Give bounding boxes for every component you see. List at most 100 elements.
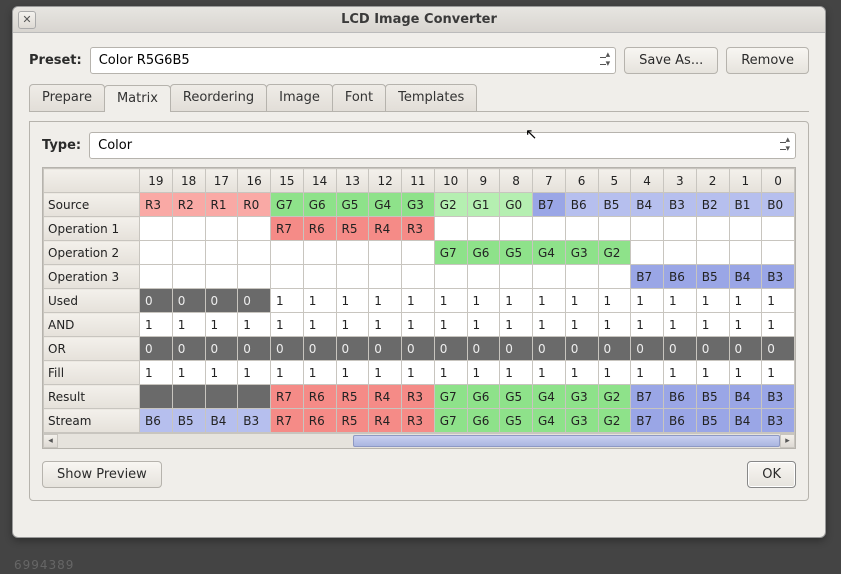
bit-cell[interactable]: 1 [467, 289, 500, 313]
close-button[interactable]: ✕ [18, 11, 36, 29]
bit-cell[interactable]: R6 [303, 409, 336, 433]
bit-cell[interactable] [238, 241, 271, 265]
bit-cell[interactable] [467, 265, 500, 289]
bit-cell[interactable] [402, 265, 435, 289]
bit-cell[interactable] [467, 217, 500, 241]
bit-cell[interactable]: 1 [238, 361, 271, 385]
bit-cell[interactable]: 1 [434, 361, 467, 385]
bit-cell[interactable]: B7 [631, 409, 664, 433]
bit-cell[interactable]: B5 [172, 409, 205, 433]
bit-cell[interactable] [140, 241, 173, 265]
bit-cell[interactable]: R4 [369, 217, 402, 241]
bit-cell[interactable]: 0 [500, 337, 533, 361]
bit-cell[interactable]: G7 [434, 385, 467, 409]
bit-cell[interactable]: 1 [762, 361, 795, 385]
bit-cell[interactable]: G3 [565, 385, 598, 409]
bit-cell[interactable]: G4 [369, 193, 402, 217]
bit-cell[interactable]: B6 [664, 409, 697, 433]
bit-cell[interactable]: 1 [598, 361, 631, 385]
bit-cell[interactable] [271, 265, 304, 289]
bit-cell[interactable]: 1 [369, 313, 402, 337]
bit-cell[interactable]: B3 [762, 265, 795, 289]
bit-cell[interactable]: 0 [565, 337, 598, 361]
preset-combo[interactable]: Color R5G6B5 ▴▾ [90, 47, 616, 74]
bit-cell[interactable]: R4 [369, 409, 402, 433]
bit-cell[interactable]: G2 [434, 193, 467, 217]
bit-cell[interactable]: 1 [664, 289, 697, 313]
bit-cell[interactable]: G7 [434, 409, 467, 433]
bit-cell[interactable]: G7 [271, 193, 304, 217]
bit-cell[interactable] [729, 241, 762, 265]
bit-cell[interactable] [303, 265, 336, 289]
bit-cell[interactable] [205, 265, 238, 289]
bit-cell[interactable]: R3 [402, 385, 435, 409]
bit-cell[interactable]: 0 [434, 337, 467, 361]
bit-cell[interactable]: B3 [762, 385, 795, 409]
bit-cell[interactable]: G0 [500, 193, 533, 217]
bit-cell[interactable] [172, 241, 205, 265]
bit-cell[interactable]: B6 [140, 409, 173, 433]
bit-cell[interactable]: 1 [631, 313, 664, 337]
bit-cell[interactable]: 1 [664, 313, 697, 337]
bit-cell[interactable]: G5 [500, 241, 533, 265]
bit-cell[interactable]: B5 [598, 193, 631, 217]
bit-cell[interactable]: 1 [402, 313, 435, 337]
bit-cell[interactable]: 0 [631, 337, 664, 361]
bit-cell[interactable]: 0 [533, 337, 566, 361]
bit-cell[interactable] [336, 241, 369, 265]
bit-cell[interactable]: 1 [271, 313, 304, 337]
bit-cell[interactable]: 0 [696, 337, 729, 361]
bit-cell[interactable]: 1 [533, 361, 566, 385]
bit-cell[interactable]: 0 [238, 289, 271, 313]
bit-cell[interactable] [565, 265, 598, 289]
bit-cell[interactable]: 1 [696, 289, 729, 313]
bit-cell[interactable]: R5 [336, 385, 369, 409]
bit-cell[interactable] [172, 265, 205, 289]
bit-cell[interactable] [369, 241, 402, 265]
bit-cell[interactable] [238, 265, 271, 289]
bit-cell[interactable]: 1 [696, 313, 729, 337]
bit-cell[interactable] [303, 241, 336, 265]
scroll-right-icon[interactable]: ▸ [780, 434, 795, 448]
bit-cell[interactable]: B2 [696, 193, 729, 217]
horizontal-scrollbar[interactable]: ◂ ▸ [43, 433, 795, 448]
bit-cell[interactable]: 0 [172, 289, 205, 313]
bit-cell[interactable]: 0 [205, 337, 238, 361]
bit-cell[interactable]: 0 [205, 289, 238, 313]
bit-cell[interactable]: G5 [500, 385, 533, 409]
bit-cell[interactable] [500, 265, 533, 289]
bit-cell[interactable] [402, 241, 435, 265]
bit-cell[interactable]: 1 [500, 289, 533, 313]
bit-cell[interactable]: R3 [140, 193, 173, 217]
type-combo[interactable]: Color ▴▾ [89, 132, 796, 159]
bit-cell[interactable]: 1 [336, 361, 369, 385]
bit-cell[interactable] [696, 241, 729, 265]
bit-cell[interactable] [238, 217, 271, 241]
bit-cell[interactable] [205, 217, 238, 241]
bit-cell[interactable] [533, 217, 566, 241]
bit-cell[interactable]: 1 [533, 313, 566, 337]
bit-cell[interactable]: B4 [729, 385, 762, 409]
bit-cell[interactable]: B6 [664, 265, 697, 289]
bit-cell[interactable]: 0 [402, 337, 435, 361]
bit-cell[interactable]: 1 [140, 313, 173, 337]
bit-cell[interactable]: 1 [303, 289, 336, 313]
bit-cell[interactable]: 1 [369, 361, 402, 385]
bit-cell[interactable]: G1 [467, 193, 500, 217]
bit-cell[interactable] [598, 217, 631, 241]
bit-cell[interactable]: 1 [729, 361, 762, 385]
bit-cell[interactable]: G7 [434, 241, 467, 265]
bit-cell[interactable]: 1 [140, 361, 173, 385]
bit-cell[interactable]: G6 [467, 241, 500, 265]
bit-cell[interactable]: 1 [598, 313, 631, 337]
bit-cell[interactable]: 1 [369, 289, 402, 313]
bit-cell[interactable]: 1 [729, 313, 762, 337]
save-as-button[interactable]: Save As... [624, 47, 718, 74]
bit-cell[interactable]: B6 [565, 193, 598, 217]
bit-cell[interactable]: 1 [172, 361, 205, 385]
bit-cell[interactable]: 0 [336, 337, 369, 361]
bit-cell[interactable]: G5 [500, 409, 533, 433]
bit-cell[interactable]: 1 [172, 313, 205, 337]
bit-cell[interactable] [762, 217, 795, 241]
bit-cell[interactable] [205, 241, 238, 265]
